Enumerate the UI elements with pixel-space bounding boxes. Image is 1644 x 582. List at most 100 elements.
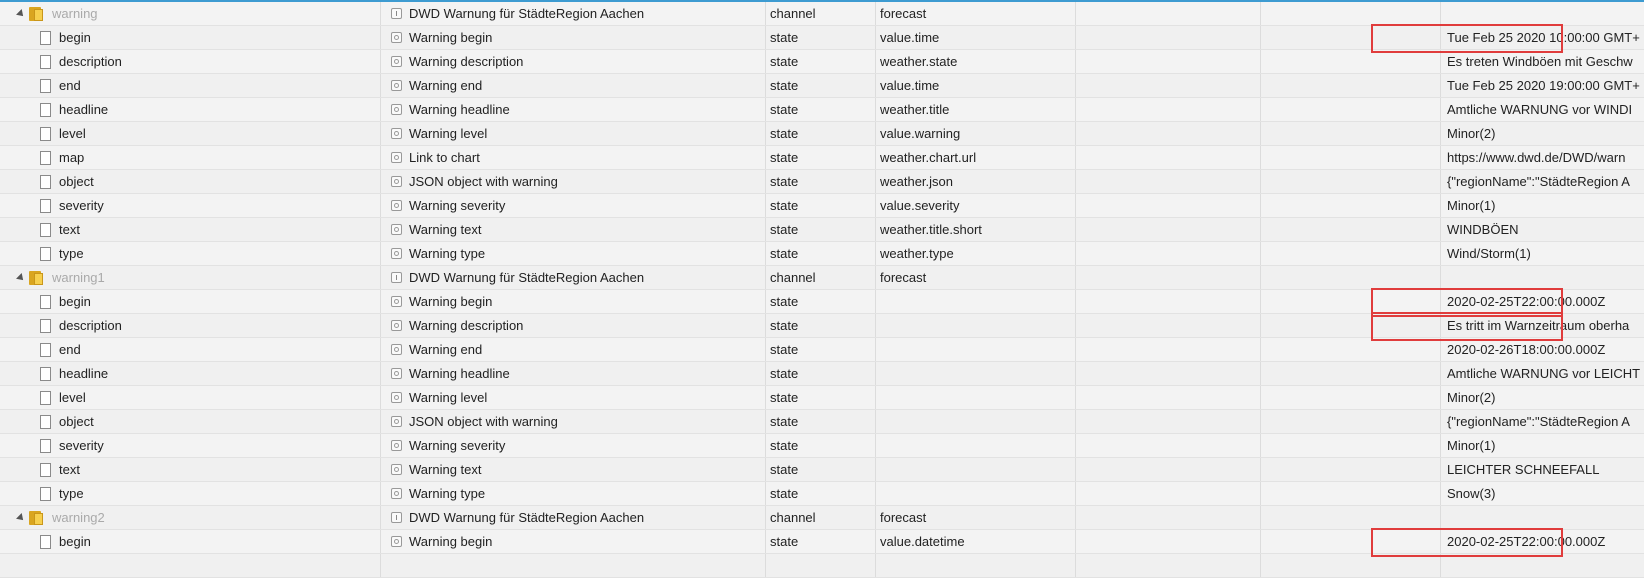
role-cell: forecast	[875, 506, 1075, 529]
tree-row[interactable]	[0, 554, 1644, 578]
state-name: headline	[59, 366, 109, 381]
empty-cell	[1075, 434, 1260, 457]
value-cell: 2020-02-25T22:00:00.000Z	[1440, 290, 1644, 313]
tree-row[interactable]: begin Warning begin state 2020-02-25T22:00:…	[0, 290, 1644, 314]
value-cell: Minor(1)	[1440, 434, 1644, 457]
tree-row[interactable]: description Warning description state Es tr…	[0, 314, 1644, 338]
name-cell: headline	[0, 362, 380, 385]
file-icon	[40, 367, 51, 381]
title-cell: DWD Warnung für StädteRegion Aachen	[380, 266, 765, 289]
state-name: object	[59, 414, 94, 429]
state-name: begin	[59, 294, 91, 309]
value-cell: 2020-02-26T18:00:00.000Z	[1440, 338, 1644, 361]
empty-cell	[1075, 338, 1260, 361]
file-icon	[40, 415, 51, 429]
file-icon	[40, 343, 51, 357]
object-title: Warning description	[409, 54, 524, 69]
name-cell: description	[0, 50, 380, 73]
empty-cell	[1260, 482, 1440, 505]
object-title: Warning begin	[409, 30, 493, 45]
tree-row-folder[interactable]: warning1 DWD Warnung für StädteRegion Aac…	[0, 266, 1644, 290]
value-cell: Tue Feb 25 2020 19:00:00 GMT+	[1440, 74, 1644, 97]
title-cell: DWD Warnung für StädteRegion Aachen	[380, 2, 765, 25]
empty-cell	[1260, 314, 1440, 337]
tree-row[interactable]: level Warning level state Minor(2)	[0, 386, 1644, 410]
role-cell: weather.json	[875, 170, 1075, 193]
empty-cell	[1075, 314, 1260, 337]
value-cell: Wind/Storm(1)	[1440, 242, 1644, 265]
state-icon	[391, 248, 402, 259]
tree-row-folder[interactable]: warning DWD Warnung für StädteRegion Aach…	[0, 2, 1644, 26]
tree-row[interactable]: begin Warning begin state value.time Tue Feb…	[0, 26, 1644, 50]
empty-cell	[1260, 194, 1440, 217]
empty-cell	[1260, 74, 1440, 97]
empty-cell	[1260, 98, 1440, 121]
empty-cell	[1075, 362, 1260, 385]
object-title: Warning text	[409, 462, 482, 477]
folder-name: warning2	[52, 510, 105, 525]
value-cell: https://www.dwd.de/DWD/warn	[1440, 146, 1644, 169]
name-cell: end	[0, 338, 380, 361]
role-cell: value.severity	[875, 194, 1075, 217]
file-icon	[40, 439, 51, 453]
empty-cell	[1075, 410, 1260, 433]
title-cell	[380, 554, 765, 577]
tree-row-folder[interactable]: warning2 DWD Warnung für StädteRegion Aac…	[0, 506, 1644, 530]
title-cell: Warning headline	[380, 98, 765, 121]
object-title: DWD Warnung für StädteRegion Aachen	[409, 270, 645, 285]
tree-row[interactable]: description Warning description state weath…	[0, 50, 1644, 74]
empty-cell	[1260, 50, 1440, 73]
expand-triangle-icon[interactable]	[16, 273, 26, 283]
type-cell: state	[765, 146, 875, 169]
role-cell: weather.type	[875, 242, 1075, 265]
tree-row[interactable]: text Warning text state weather.title.short…	[0, 218, 1644, 242]
expand-triangle-icon[interactable]	[16, 513, 26, 523]
tree-row[interactable]: object JSON object with warning state weath…	[0, 170, 1644, 194]
name-cell: end	[0, 74, 380, 97]
state-name: headline	[59, 102, 109, 117]
tree-row[interactable]: severity Warning severity state value.sever…	[0, 194, 1644, 218]
folder-icon	[29, 6, 43, 21]
empty-cell	[1075, 506, 1260, 529]
tree-row[interactable]: type Warning type state weather.type Wind/St…	[0, 242, 1644, 266]
state-name: map	[59, 150, 85, 165]
tree-row[interactable]: begin Warning begin state value.datetime 202…	[0, 530, 1644, 554]
tree-row[interactable]: level Warning level state value.warning Mino…	[0, 122, 1644, 146]
name-cell: type	[0, 482, 380, 505]
state-name: severity	[59, 438, 104, 453]
expand-triangle-icon[interactable]	[16, 9, 26, 19]
tree-row[interactable]: type Warning type state Snow(3)	[0, 482, 1644, 506]
type-cell: state	[765, 194, 875, 217]
channel-icon	[391, 272, 402, 283]
tree-row[interactable]: end Warning end state 2020-02-26T18:00:00.0…	[0, 338, 1644, 362]
empty-cell	[1075, 266, 1260, 289]
tree-row[interactable]: text Warning text state LEICHTER SCHNEEFALL	[0, 458, 1644, 482]
file-icon	[40, 103, 51, 117]
title-cell: Warning begin	[380, 530, 765, 553]
value-cell: Es tritt im Warnzeitraum oberha	[1440, 314, 1644, 337]
empty-cell	[1260, 530, 1440, 553]
tree-row[interactable]: severity Warning severity state Minor(1)	[0, 434, 1644, 458]
title-cell: Warning level	[380, 122, 765, 145]
state-icon	[391, 176, 402, 187]
tree-row[interactable]: map Link to chart state weather.chart.url ht…	[0, 146, 1644, 170]
file-icon	[40, 223, 51, 237]
empty-cell	[1260, 290, 1440, 313]
type-cell: state	[765, 338, 875, 361]
tree-row[interactable]: headline Warning headline state weather.tit…	[0, 98, 1644, 122]
object-title: Warning headline	[409, 102, 510, 117]
file-icon	[40, 487, 51, 501]
empty-cell	[1075, 554, 1260, 577]
role-cell: value.time	[875, 74, 1075, 97]
role-cell	[875, 338, 1075, 361]
state-name: text	[59, 222, 80, 237]
empty-cell	[1075, 98, 1260, 121]
name-cell: object	[0, 170, 380, 193]
empty-cell	[1260, 506, 1440, 529]
tree-row[interactable]: end Warning end state value.time Tue Feb 25 …	[0, 74, 1644, 98]
role-cell: forecast	[875, 2, 1075, 25]
empty-cell	[1260, 146, 1440, 169]
tree-row[interactable]: object JSON object with warning state {"reg…	[0, 410, 1644, 434]
tree-row[interactable]: headline Warning headline state Amtliche WA…	[0, 362, 1644, 386]
empty-cell	[1075, 26, 1260, 49]
